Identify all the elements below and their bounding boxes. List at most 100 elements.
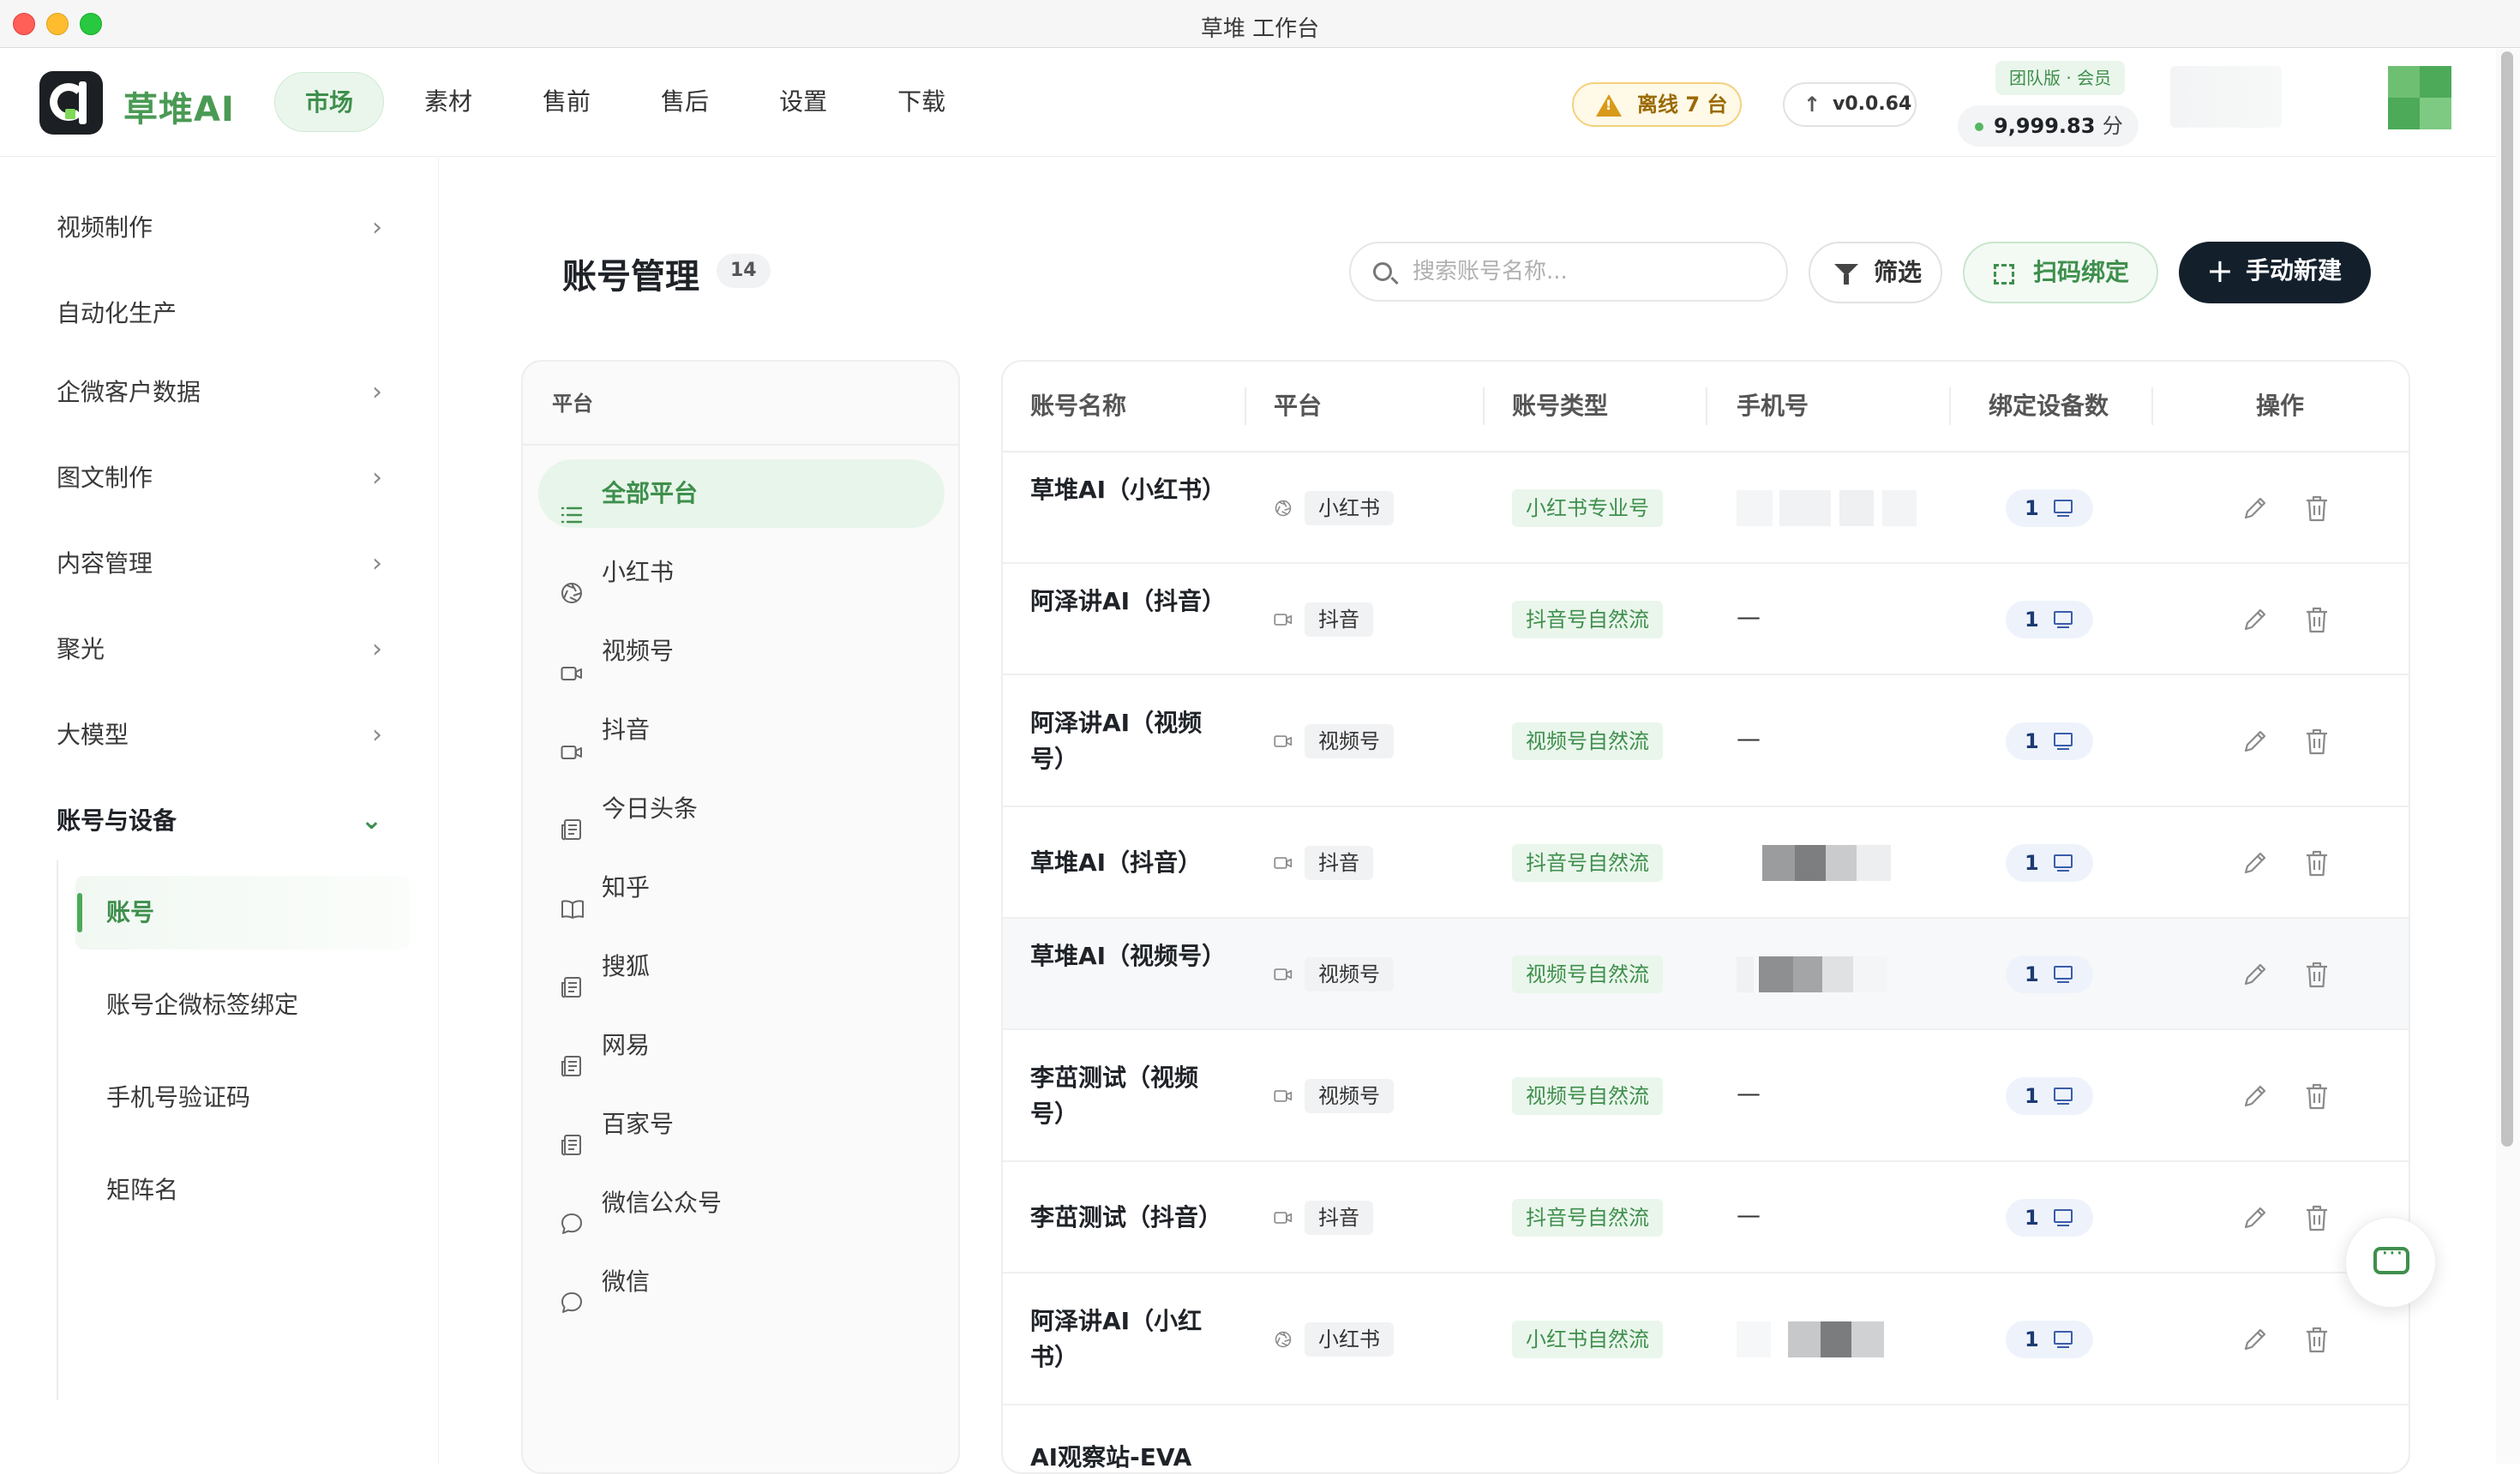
platform-filter-item[interactable]: 微信公众号 bbox=[538, 1169, 945, 1237]
column-header-platform[interactable]: 平台 bbox=[1274, 362, 1322, 451]
sidebar-subitem-matrix-name[interactable]: 矩阵名 bbox=[75, 1153, 410, 1227]
account-name[interactable]: AI观察站-EVA bbox=[1030, 1440, 1229, 1472]
sidebar-item-content[interactable]: 内容管理 › bbox=[57, 540, 382, 588]
bound-devices-badge[interactable]: 1 bbox=[2006, 722, 2093, 760]
edit-button[interactable] bbox=[2241, 494, 2270, 523]
create-account-button[interactable]: + 手动新建 bbox=[2179, 242, 2371, 303]
account-name[interactable]: 草堆AI（抖音） bbox=[1030, 845, 1229, 881]
video-icon bbox=[1274, 1088, 1293, 1103]
table-row[interactable]: 李茁测试（视频号） 视频号 视频号自然流 — 1 bbox=[1003, 1030, 2409, 1162]
search-input[interactable] bbox=[1413, 250, 1773, 293]
account-name[interactable]: 李茁测试（抖音） bbox=[1030, 1200, 1229, 1236]
table-row[interactable]: 阿泽讲AI（视频号） 视频号 视频号自然流 — 1 bbox=[1003, 675, 2409, 807]
edit-button[interactable] bbox=[2241, 1203, 2270, 1232]
book-icon bbox=[561, 878, 584, 919]
platform-filter-item[interactable]: 视频号 bbox=[538, 617, 945, 686]
account-name[interactable]: 李茁测试（视频号） bbox=[1030, 1060, 1229, 1132]
nav-market[interactable]: 市场 bbox=[274, 72, 385, 132]
delete-button[interactable] bbox=[2304, 605, 2330, 634]
scan-bind-label: 扫码绑定 bbox=[2033, 258, 2130, 286]
table-row[interactable]: AI观察站-EVA bbox=[1003, 1405, 2409, 1472]
account-type-tag: 小红书自然流 bbox=[1512, 1321, 1663, 1358]
video-icon bbox=[1274, 854, 1293, 870]
account-name[interactable]: 阿泽讲AI（视频号） bbox=[1030, 705, 1229, 777]
sidebar-subitem-accounts[interactable]: 账号 bbox=[75, 876, 410, 950]
sidebar-item-wecom-data[interactable]: 企微客户数据 › bbox=[57, 368, 382, 416]
delete-button[interactable] bbox=[2304, 1203, 2330, 1232]
edit-button[interactable] bbox=[2241, 727, 2270, 756]
account-name[interactable]: 草堆AI（小红书） bbox=[1030, 472, 1229, 508]
column-header-devices[interactable]: 绑定设备数 bbox=[1989, 362, 2109, 451]
points-balance[interactable]: 9,999.83 分 bbox=[1958, 105, 2139, 147]
platform-panel-title: 平台 bbox=[523, 362, 958, 446]
platform-panel: 平台 全部平台 小红书 视频号 抖音 今日头条 知乎 搜狐 网易 百家号微信公众… bbox=[521, 360, 960, 1474]
delete-button[interactable] bbox=[2304, 727, 2330, 756]
bound-devices-badge[interactable]: 1 bbox=[2006, 1077, 2093, 1115]
monitor-icon bbox=[2054, 611, 2073, 628]
edit-button[interactable] bbox=[2241, 605, 2270, 634]
nav-aftersales[interactable]: 售后 bbox=[631, 72, 739, 132]
table-row[interactable]: 草堆AI（小红书） 小红书 小红书专业号 1 bbox=[1003, 452, 2409, 564]
bound-devices-badge[interactable]: 1 bbox=[2006, 489, 2093, 527]
account-name[interactable]: 阿泽讲AI（小红书） bbox=[1030, 1303, 1229, 1375]
bound-devices-badge[interactable]: 1 bbox=[2006, 601, 2093, 638]
chevron-right-icon: › bbox=[372, 463, 382, 493]
edit-button[interactable] bbox=[2241, 848, 2270, 878]
bound-devices-badge[interactable]: 1 bbox=[2006, 956, 2093, 993]
platform-filter-item[interactable]: 网易 bbox=[538, 1011, 945, 1080]
version-button[interactable]: ↑ v0.0.64 bbox=[1783, 82, 1917, 127]
platform-filter-item[interactable]: 全部平台 bbox=[538, 459, 945, 528]
table-row[interactable]: 阿泽讲AI（抖音） 抖音 抖音号自然流 — 1 bbox=[1003, 564, 2409, 675]
chat-support-button[interactable] bbox=[2345, 1217, 2436, 1308]
sidebar-item-accounts-devices[interactable]: 账号与设备 ⌄ bbox=[57, 797, 382, 845]
offline-devices-button[interactable]: 离线 7 台 bbox=[1572, 82, 1742, 127]
bound-devices-badge[interactable]: 1 bbox=[2006, 1321, 2093, 1358]
scan-bind-button[interactable]: 扫码绑定 bbox=[1963, 242, 2158, 303]
platform-filter-item[interactable]: 小红书 bbox=[538, 538, 945, 607]
nav-settings[interactable]: 设置 bbox=[749, 72, 857, 132]
sidebar-item-llm[interactable]: 大模型 › bbox=[57, 711, 382, 759]
platform-tag: 视频号 bbox=[1305, 724, 1394, 758]
nav-presales[interactable]: 售前 bbox=[513, 72, 621, 132]
column-header-name[interactable]: 账号名称 bbox=[1030, 362, 1126, 451]
platform-filter-item[interactable]: 微信 bbox=[538, 1248, 945, 1316]
bound-devices-badge[interactable]: 1 bbox=[2006, 844, 2093, 882]
sidebar-subitem-sms-code[interactable]: 手机号验证码 bbox=[75, 1061, 410, 1135]
nav-download[interactable]: 下载 bbox=[867, 72, 975, 132]
delete-button[interactable] bbox=[2304, 494, 2330, 523]
platform-filter-item[interactable]: 知乎 bbox=[538, 854, 945, 922]
platform-filter-item[interactable]: 今日头条 bbox=[538, 775, 945, 843]
search-box[interactable] bbox=[1349, 242, 1788, 302]
offline-devices-label: 离线 7 台 bbox=[1637, 93, 1728, 117]
sidebar-subitem-wecom-tags[interactable]: 账号企微标签绑定 bbox=[75, 968, 410, 1042]
delete-button[interactable] bbox=[2304, 848, 2330, 878]
platform-filter-item[interactable]: 抖音 bbox=[538, 696, 945, 764]
platform-filter-item[interactable]: 百家号 bbox=[538, 1090, 945, 1159]
column-header-phone[interactable]: 手机号 bbox=[1737, 362, 1809, 451]
delete-button[interactable] bbox=[2304, 960, 2330, 989]
app-logo[interactable] bbox=[39, 71, 103, 135]
table-row[interactable]: 草堆AI（视频号） 视频号 视频号自然流 1 bbox=[1003, 919, 2409, 1030]
edit-button[interactable] bbox=[2241, 960, 2270, 989]
sidebar-item-automation[interactable]: 自动化生产 bbox=[57, 290, 382, 338]
table-row[interactable]: 李茁测试（抖音） 抖音 抖音号自然流 — 1 bbox=[1003, 1162, 2409, 1273]
account-name[interactable]: 草堆AI（视频号） bbox=[1030, 938, 1229, 974]
platform-filter-item[interactable]: 搜狐 bbox=[538, 932, 945, 1001]
nav-materials[interactable]: 素材 bbox=[394, 72, 502, 132]
edit-button[interactable] bbox=[2241, 1082, 2270, 1111]
filter-button[interactable]: 筛选 bbox=[1809, 242, 1942, 303]
delete-button[interactable] bbox=[2304, 1325, 2330, 1354]
account-type-tag: 小红书专业号 bbox=[1512, 489, 1663, 527]
column-header-type[interactable]: 账号类型 bbox=[1512, 362, 1608, 451]
sidebar-item-graphics[interactable]: 图文制作 › bbox=[57, 454, 382, 502]
table-row[interactable]: 阿泽讲AI（小红书） 小红书 小红书自然流 1 bbox=[1003, 1273, 2409, 1405]
table-row[interactable]: 草堆AI（抖音） 抖音 抖音号自然流 1 bbox=[1003, 807, 2409, 919]
account-name[interactable]: 阿泽讲AI（抖音） bbox=[1030, 584, 1229, 620]
edit-button[interactable] bbox=[2241, 1325, 2270, 1354]
sidebar-item-video[interactable]: 视频制作 › bbox=[57, 204, 382, 252]
bound-devices-badge[interactable]: 1 bbox=[2006, 1199, 2093, 1237]
delete-button[interactable] bbox=[2304, 1082, 2330, 1111]
scrollbar-thumb[interactable] bbox=[2501, 51, 2513, 1147]
avatar[interactable] bbox=[2388, 66, 2451, 129]
sidebar-item-spotlight[interactable]: 聚光 › bbox=[57, 626, 382, 674]
